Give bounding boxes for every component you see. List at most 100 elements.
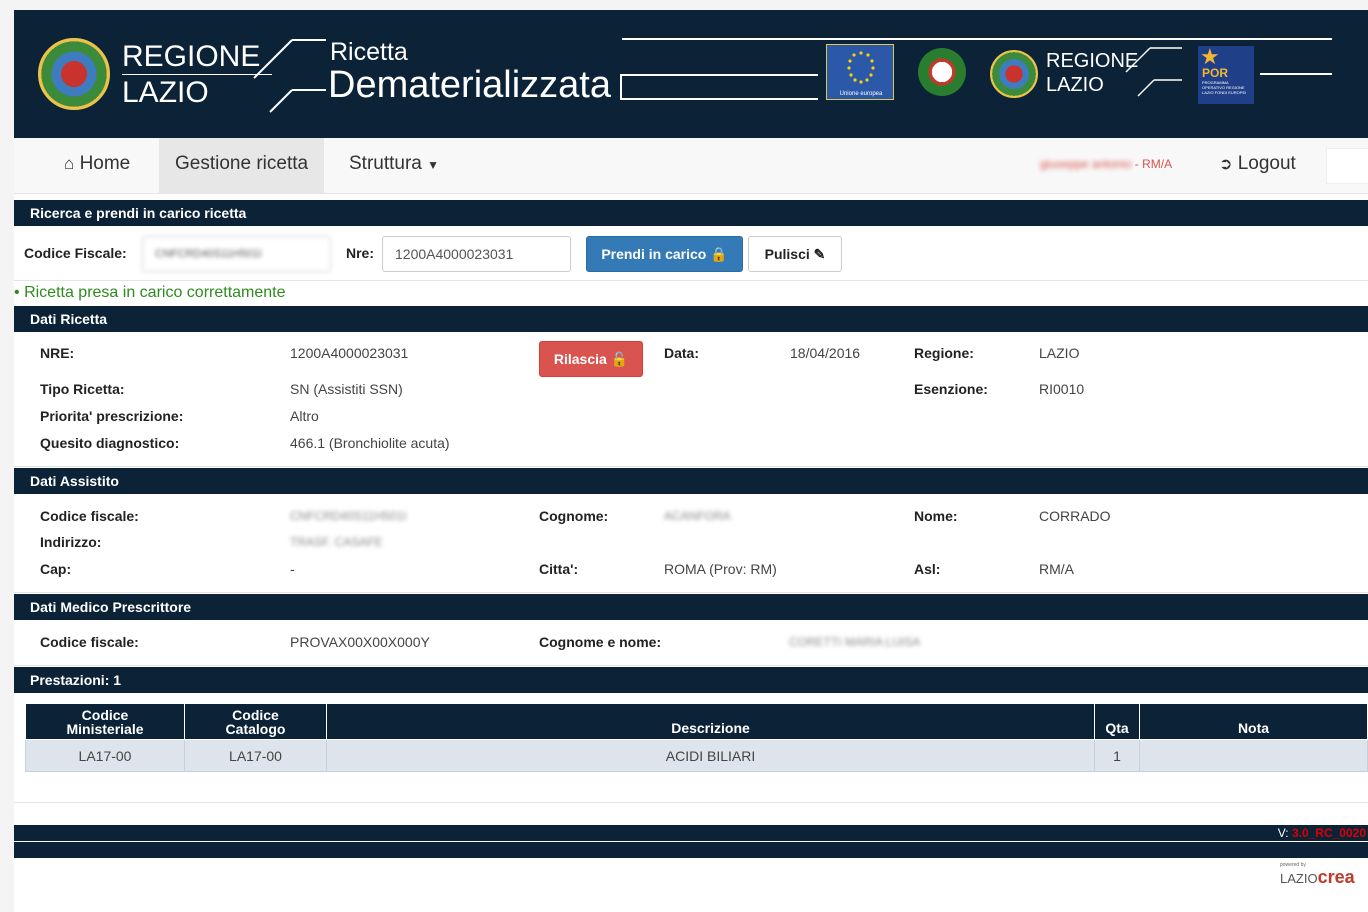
caret-down-icon: ▼ (427, 158, 440, 172)
th-codice-catalogo-1: Codice (232, 706, 279, 723)
asl-value: RM/A (1039, 561, 1074, 577)
header-rule (622, 38, 1332, 40)
clear-label: Pulisci (764, 246, 810, 262)
app-title-large: Dematerializzata (328, 64, 611, 106)
right-brand-line2: LAZIO (1046, 74, 1104, 96)
esenzione-value: RI0010 (1039, 381, 1085, 397)
navbar-right-input (1326, 148, 1368, 184)
home-icon: ⌂ (64, 154, 75, 173)
user-name: giuseppe antonio (1040, 157, 1132, 171)
nre-search-input[interactable]: 1200A4000023031 (382, 236, 571, 272)
crea-word: crea (1317, 867, 1355, 887)
user-info: giuseppe antonio - RM/A (1040, 138, 1172, 190)
cap-value: - (290, 561, 295, 577)
cf-search-input[interactable]: CNFCRD40S11H501I (142, 236, 331, 272)
indirizzo-label: Indirizzo: (40, 534, 102, 550)
data-value: 18/04/2016 (790, 345, 861, 361)
th-nota: Nota (1139, 703, 1368, 740)
cognome-label: Cognome: (539, 508, 609, 524)
medico-nome-label: Cognome e nome: (539, 634, 662, 650)
quesito-value: 466.1 (Bronchiolite acuta) (290, 435, 450, 451)
nav-logout[interactable]: ➲ Logout (1203, 138, 1312, 193)
logout-icon: ➲ (1219, 156, 1233, 173)
nre-label: NRE: (40, 345, 75, 361)
cell-cod-min: LA17-00 (25, 739, 185, 772)
table-header-row: Codice Ministeriale Codice Catalogo Desc… (25, 703, 1368, 740)
regione-lazio-emblem (38, 38, 110, 110)
medico-section-header: Dati Medico Prescrittore (14, 594, 1368, 620)
por-logo: ★ POR PROGRAMMA OPERATIVO REGIONE LAZIO … (1198, 46, 1254, 104)
regione-value: LAZIO (1039, 345, 1080, 361)
success-message-text: Ricetta presa in carico correttamente (24, 284, 286, 301)
regione-lazio-emblem-right (990, 50, 1038, 98)
th-codice-ministeriale-2: Ministeriale (66, 720, 144, 737)
lazio-word: LAZIO (1280, 871, 1318, 886)
cell-qta: 1 (1094, 739, 1140, 772)
nav-struttura-label: Struttura (349, 153, 422, 174)
por-star-icon: ★ (1200, 44, 1220, 69)
citta-value: ROMA (Prov: RM) (664, 561, 777, 577)
eu-flag-icon: Unione europea (826, 44, 894, 100)
eraser-icon: ✎ (813, 246, 826, 262)
esenzione-label: Esenzione: (914, 381, 988, 397)
cell-nota (1139, 739, 1368, 772)
bullet-icon: • (14, 284, 20, 301)
data-label: Data: (664, 345, 700, 361)
app-window: REGIONE LAZIO Ricetta Dematerializzata U… (14, 10, 1368, 912)
nre-value: 1200A4000023031 (290, 345, 409, 361)
th-codice-catalogo-2: Catalogo (225, 720, 286, 737)
nav-struttura[interactable]: Struttura ▼ (333, 138, 455, 193)
por-sub: PROGRAMMA OPERATIVO REGIONE LAZIO FONDI … (1202, 80, 1247, 95)
brand-slash-icon (253, 39, 326, 113)
tipo-value: SN (Assistiti SSN) (290, 381, 403, 397)
quesito-label: Quesito diagnostico: (40, 435, 180, 451)
table-row: LA17-00 LA17-00 ACIDI BILIARI 1 (25, 739, 1368, 772)
italian-republic-emblem (918, 48, 966, 96)
priorita-value: Altro (290, 408, 319, 424)
th-qta: Qta (1094, 703, 1140, 740)
citta-label: Citta': (539, 561, 579, 577)
por-label: POR (1202, 66, 1229, 80)
version-number: 3.0_RC_0020 (1291, 826, 1366, 840)
regione-label: Regione: (914, 345, 974, 361)
medico-cf-value: PROVAX00X00X000Y (290, 634, 430, 650)
prestazioni-section-header: Prestazioni: 1 (14, 667, 1368, 693)
nav-home[interactable]: ⌂ Home (48, 138, 146, 193)
eu-label: Unione europea (839, 91, 883, 97)
medico-nome-value: CORETTI MARIA LUISA (789, 635, 921, 649)
navbar: ⌂ Home Gestione ricetta Struttura ▼ gius… (14, 138, 1368, 194)
cell-cod-cat: LA17-00 (184, 739, 327, 772)
nav-gestione-label: Gestione ricetta (175, 153, 309, 174)
release-label: Rilascia (553, 351, 607, 367)
assistito-cf-value: CNFCRD40S11H501I (290, 509, 407, 523)
priorita-label: Priorita' prescrizione: (40, 408, 184, 424)
nav-gestione-ricetta[interactable]: Gestione ricetta (159, 138, 325, 193)
user-asl: - RM/A (1131, 157, 1173, 171)
nome-value: CORRADO (1039, 508, 1111, 524)
indirizzo-value: TRASF. CASAFE (290, 535, 383, 549)
take-charge-button[interactable]: Prendi in carico 🔒 (586, 236, 743, 272)
laziocrea-logo: powered by LAZIOcrea (1280, 862, 1355, 888)
th-codice-ministeriale-1: Codice (81, 706, 129, 723)
medico-cf-label: Codice fiscale: (40, 634, 139, 650)
cell-desc: ACIDI BILIARI (326, 739, 1095, 772)
header-banner: REGIONE LAZIO Ricetta Dematerializzata U… (14, 10, 1368, 138)
nav-home-label: Home (79, 153, 131, 174)
lock-icon: 🔒 (710, 246, 728, 262)
asl-label: Asl: (914, 561, 941, 577)
prestazioni-table: Codice Ministeriale Codice Catalogo Desc… (25, 703, 1368, 772)
app-title-small: Ricetta (330, 38, 408, 66)
th-descrizione: Descrizione (326, 703, 1095, 740)
tipo-label: Tipo Ricetta: (40, 381, 125, 397)
cf-search-label: Codice Fiscale: (24, 245, 127, 261)
release-button[interactable]: Rilascia 🔓 (539, 341, 643, 377)
unlock-icon: 🔓 (610, 351, 629, 367)
nre-search-label: Nre: (346, 245, 375, 261)
clear-button[interactable]: Pulisci ✎ (748, 236, 842, 272)
brand-line2: LAZIO (122, 76, 209, 109)
version-info: V: 3.0_RC_0020 (1278, 826, 1366, 840)
version-prefix: V: (1277, 826, 1292, 840)
cognome-value: ACANFORA (664, 509, 731, 523)
nav-logout-label: Logout (1237, 153, 1296, 174)
footer-bar: V: 3.0_RC_0020 (14, 825, 1368, 858)
